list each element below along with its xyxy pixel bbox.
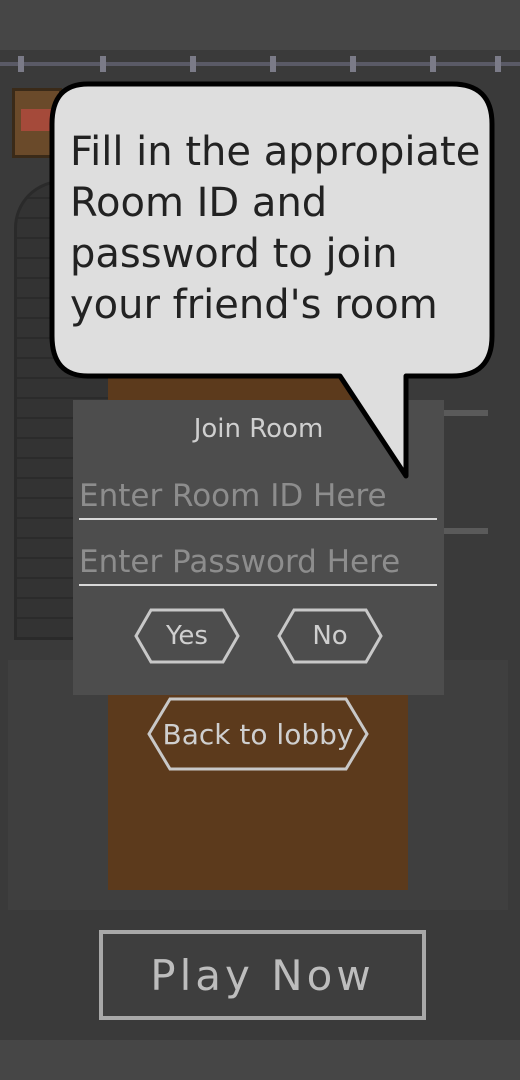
no-button[interactable]: No [276, 607, 384, 665]
yes-button[interactable]: Yes [133, 607, 241, 665]
room-id-input[interactable] [79, 474, 437, 518]
room-id-field[interactable] [79, 474, 437, 520]
yes-label: Yes [166, 621, 208, 651]
shelf-divider [440, 528, 488, 534]
back-to-lobby-button[interactable]: Back to lobby [146, 696, 370, 772]
password-input[interactable] [79, 540, 437, 584]
tutorial-message: Fill in the appropiate Room ID and passw… [70, 129, 481, 328]
no-label: No [312, 621, 348, 651]
password-field[interactable] [79, 540, 437, 586]
back-to-lobby-label: Back to lobby [162, 717, 354, 751]
play-now-button[interactable]: Play Now [99, 930, 426, 1020]
play-now-label: Play Now [150, 950, 375, 1000]
hanging-chain-decoration [0, 56, 520, 72]
